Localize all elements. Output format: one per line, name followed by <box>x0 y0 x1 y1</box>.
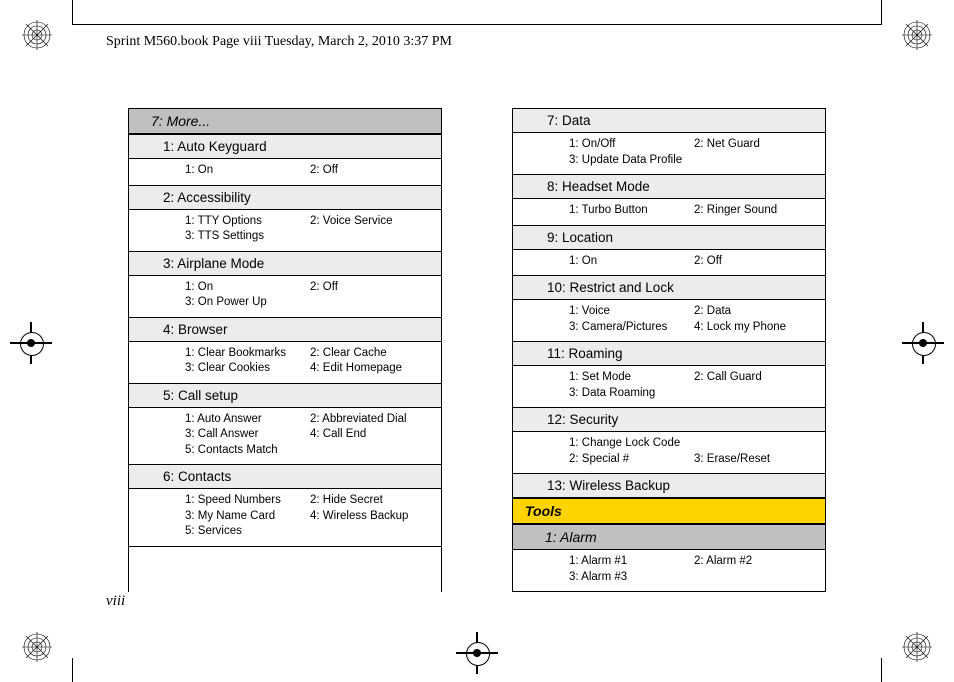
crop-line <box>72 24 882 25</box>
opt: 1: TTY Options <box>185 214 306 230</box>
crop-line <box>881 658 882 682</box>
opt: 5: Contacts Match <box>185 443 306 459</box>
opt: 2: Alarm #2 <box>694 554 815 570</box>
registration-mark-icon <box>902 632 932 662</box>
opt: 2: Voice Service <box>310 214 431 230</box>
registration-mark-icon <box>902 20 932 50</box>
opt: 1: Auto Answer <box>185 412 306 428</box>
crosshair-icon <box>16 328 46 358</box>
opt: 3: On Power Up <box>185 295 306 311</box>
section-title: 9: Location <box>513 225 825 250</box>
opt: 2: Off <box>694 254 815 270</box>
section-options: 1: Voice 2: Data 3: Camera/Pictures 4: L… <box>513 300 825 341</box>
opt: 3: My Name Card <box>185 509 306 525</box>
opt: 3: TTS Settings <box>185 229 306 245</box>
doc-header: Sprint M560.book Page viii Tuesday, Marc… <box>106 34 452 50</box>
opt: 3: Alarm #3 <box>569 570 690 586</box>
section-options: 1: TTY Options 2: Voice Service 3: TTS S… <box>129 210 441 251</box>
opt: 2: Special # <box>569 452 690 468</box>
section-title: 11: Roaming <box>513 341 825 366</box>
page-number: viii <box>106 593 125 610</box>
section-title: 2: Accessibility <box>129 185 441 210</box>
opt: 1: Clear Bookmarks <box>185 346 306 362</box>
section-title: 8: Headset Mode <box>513 174 825 199</box>
crop-line <box>881 0 882 24</box>
registration-mark-icon <box>22 20 52 50</box>
section-options: 1: Turbo Button 2: Ringer Sound <box>513 199 825 225</box>
opt: 3: Call Answer <box>185 427 306 443</box>
section-options: 1: On 2: Off <box>513 250 825 276</box>
opt: 2: Off <box>310 280 431 296</box>
opt: 2: Data <box>694 304 815 320</box>
crop-line <box>72 658 73 682</box>
opt: 3: Clear Cookies <box>185 361 306 377</box>
section-title: 7: Data <box>513 108 825 133</box>
section-title: 4: Browser <box>129 317 441 342</box>
registration-mark-icon <box>22 632 52 662</box>
opt: 2: Call Guard <box>694 370 815 386</box>
opt: 3: Erase/Reset <box>694 452 815 468</box>
section-title: 10: Restrict and Lock <box>513 275 825 300</box>
crosshair-icon <box>462 638 492 668</box>
content-columns: 7: More... 1: Auto Keyguard 1: On 2: Off… <box>128 108 826 592</box>
heading-alarm: 1: Alarm <box>513 524 825 550</box>
opt: 1: Turbo Button <box>569 203 690 219</box>
opt: 1: On <box>185 280 306 296</box>
opt: 5: Services <box>185 524 306 540</box>
section-options: 1: On/Off 2: Net Guard 3: Update Data Pr… <box>513 133 825 174</box>
opt: 2: Clear Cache <box>310 346 431 362</box>
section-title: 6: Contacts <box>129 464 441 489</box>
section-options: 1: On 2: Off 3: On Power Up <box>129 276 441 317</box>
opt: 1: On/Off <box>569 137 690 153</box>
right-column: 7: Data 1: On/Off 2: Net Guard 3: Update… <box>512 108 826 592</box>
section-title: 5: Call setup <box>129 383 441 408</box>
section-options: 1: Auto Answer 2: Abbreviated Dial 3: Ca… <box>129 408 441 465</box>
section-title: 1: Auto Keyguard <box>129 134 441 159</box>
section-options: 1: Speed Numbers 2: Hide Secret 3: My Na… <box>129 489 441 547</box>
opt: 2: Abbreviated Dial <box>310 412 431 428</box>
opt: 1: On <box>185 163 306 179</box>
section-options: 1: Alarm #1 2: Alarm #2 3: Alarm #3 <box>513 550 825 592</box>
section-options: 1: Clear Bookmarks 2: Clear Cache 3: Cle… <box>129 342 441 383</box>
crosshair-icon <box>908 328 938 358</box>
opt: 1: On <box>569 254 690 270</box>
opt <box>694 436 815 452</box>
opt: 2: Off <box>310 163 431 179</box>
opt: 4: Edit Homepage <box>310 361 431 377</box>
opt: 1: Voice <box>569 304 690 320</box>
opt: 2: Net Guard <box>694 137 815 153</box>
section-title: 13: Wireless Backup <box>513 473 825 498</box>
heading-tools: Tools <box>513 498 825 524</box>
opt: 1: Set Mode <box>569 370 690 386</box>
page: Sprint M560.book Page viii Tuesday, Marc… <box>0 0 954 682</box>
section-options: 1: On 2: Off <box>129 159 441 185</box>
opt: 3: Camera/Pictures <box>569 320 690 336</box>
section-title: 3: Airplane Mode <box>129 251 441 276</box>
crop-line <box>72 0 73 24</box>
section-options: 1: Set Mode 2: Call Guard 3: Data Roamin… <box>513 366 825 407</box>
opt: 1: Change Lock Code <box>569 436 690 452</box>
heading-more: 7: More... <box>129 108 441 134</box>
opt: 1: Speed Numbers <box>185 493 306 509</box>
opt: 4: Call End <box>310 427 431 443</box>
opt: 4: Lock my Phone <box>694 320 815 336</box>
opt: 2: Hide Secret <box>310 493 431 509</box>
opt: 2: Ringer Sound <box>694 203 815 219</box>
opt: 1: Alarm #1 <box>569 554 690 570</box>
opt: 4: Wireless Backup <box>310 509 431 525</box>
section-title: 12: Security <box>513 407 825 432</box>
opt: 3: Update Data Profile <box>569 153 690 169</box>
left-column: 7: More... 1: Auto Keyguard 1: On 2: Off… <box>128 108 442 592</box>
opt: 3: Data Roaming <box>569 386 690 402</box>
section-options: 1: Change Lock Code 2: Special # 3: Eras… <box>513 432 825 473</box>
